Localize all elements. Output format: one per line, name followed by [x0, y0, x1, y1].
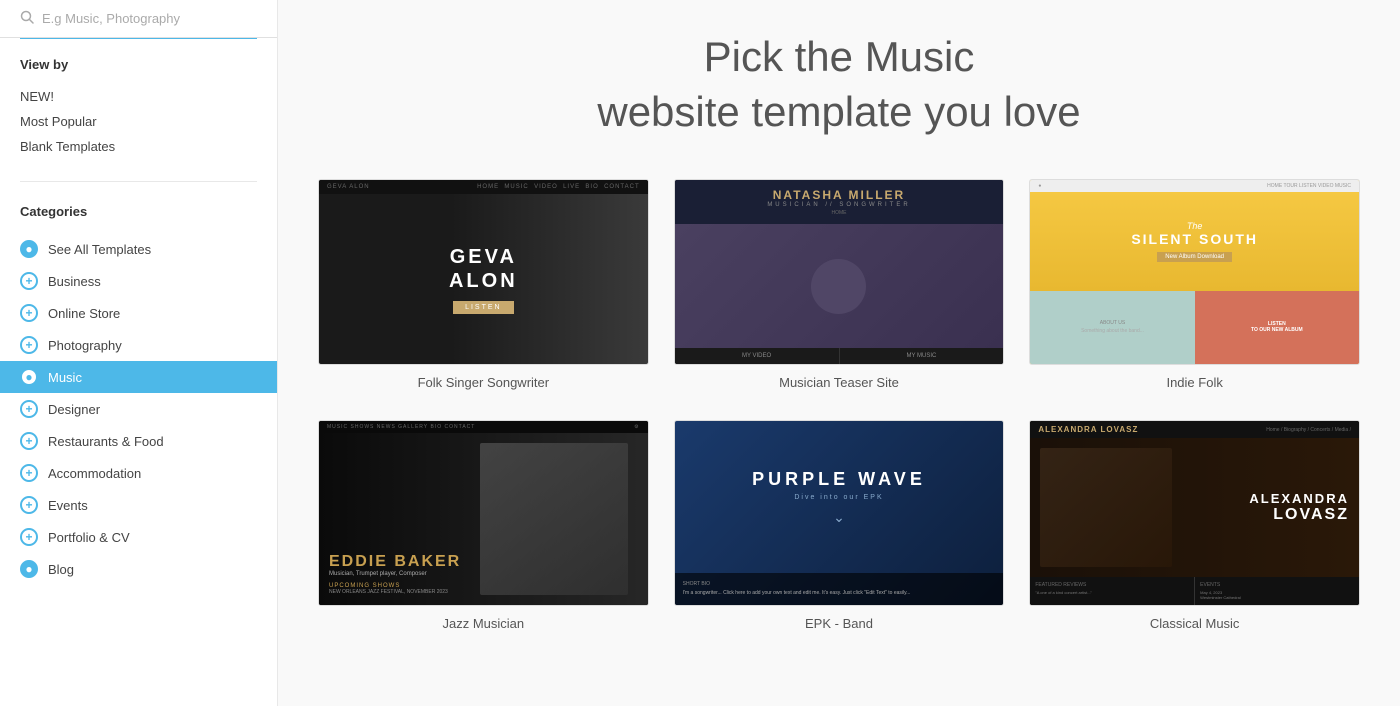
business-icon: + [20, 272, 38, 290]
restaurants-icon: + [20, 432, 38, 450]
sidebar-item-label-accommodation: Accommodation [48, 466, 141, 481]
template-label-indie-folk: Indie Folk [1166, 375, 1222, 390]
sidebar-item-business[interactable]: + Business [20, 265, 257, 297]
see-all-icon: ● [20, 240, 38, 258]
template-card-musician-teaser[interactable]: NATASHA MILLER MUSICIAN // SONGWRITER HO… [674, 179, 1005, 390]
sidebar-item-accommodation[interactable]: + Accommodation [20, 457, 257, 489]
template-label-musician-teaser: Musician Teaser Site [779, 375, 899, 390]
sidebar-item-label-music: Music [48, 370, 82, 385]
view-by-blank-templates[interactable]: Blank Templates [20, 134, 257, 159]
template-thumb-epk-band: PURPLE WAVE Dive into our EPK ⌄ SHORT BI… [674, 420, 1005, 606]
photography-icon: + [20, 336, 38, 354]
page-title: Pick the Music website template you love [318, 30, 1360, 139]
blog-icon: ● [20, 560, 38, 578]
search-input[interactable] [42, 11, 257, 26]
template-card-classical-music[interactable]: ALEXANDRA LOVASZ Home / Biography / Conc… [1029, 420, 1360, 631]
template-card-indie-folk[interactable]: ●HOME TOUR LISTEN VIDEO MUSIC The SILENT… [1029, 179, 1360, 390]
view-by-section: View by NEW! Most Popular Blank Template… [0, 39, 277, 169]
sidebar-item-label-events: Events [48, 498, 88, 513]
search-container [0, 0, 277, 38]
view-by-title: View by [20, 57, 257, 72]
sidebar-item-events[interactable]: + Events [20, 489, 257, 521]
template-card-folk-singer[interactable]: GEVA ALON HOME MUSIC VIDEO LIVE BIO CONT… [318, 179, 649, 390]
template-card-epk-band[interactable]: PURPLE WAVE Dive into our EPK ⌄ SHORT BI… [674, 420, 1005, 631]
templates-grid: GEVA ALON HOME MUSIC VIDEO LIVE BIO CONT… [318, 179, 1360, 631]
sidebar-item-label-see-all: See All Templates [48, 242, 151, 257]
template-label-folk-singer: Folk Singer Songwriter [418, 375, 550, 390]
sidebar-item-label-photography: Photography [48, 338, 122, 353]
designer-icon: + [20, 400, 38, 418]
accommodation-icon: + [20, 464, 38, 482]
sidebar-item-designer[interactable]: + Designer [20, 393, 257, 425]
sidebar-item-label-blog: Blog [48, 562, 74, 577]
template-label-classical-music: Classical Music [1150, 616, 1240, 631]
view-by-new[interactable]: NEW! [20, 84, 257, 109]
online-store-icon: + [20, 304, 38, 322]
sidebar-divider [20, 181, 257, 182]
sidebar-item-portfolio[interactable]: + Portfolio & CV [20, 521, 257, 553]
sidebar-item-photography[interactable]: + Photography [20, 329, 257, 361]
view-by-most-popular[interactable]: Most Popular [20, 109, 257, 134]
sidebar-item-see-all[interactable]: ● See All Templates [20, 233, 257, 265]
template-thumb-musician-teaser: NATASHA MILLER MUSICIAN // SONGWRITER HO… [674, 179, 1005, 365]
sidebar-item-restaurants[interactable]: + Restaurants & Food [20, 425, 257, 457]
sidebar-item-label-business: Business [48, 274, 101, 289]
template-card-jazz-musician[interactable]: MUSIC SHOWS NEWS GALLERY BIO CONTACT⚙ ED… [318, 420, 649, 631]
portfolio-icon: + [20, 528, 38, 546]
template-thumb-jazz-musician: MUSIC SHOWS NEWS GALLERY BIO CONTACT⚙ ED… [318, 420, 649, 606]
sidebar-item-label-designer: Designer [48, 402, 100, 417]
sidebar-item-label-restaurants: Restaurants & Food [48, 434, 164, 449]
events-icon: + [20, 496, 38, 514]
template-thumb-folk-singer: GEVA ALON HOME MUSIC VIDEO LIVE BIO CONT… [318, 179, 649, 365]
sidebar-item-music[interactable]: ● Music [0, 361, 277, 393]
sidebar-item-label-portfolio: Portfolio & CV [48, 530, 130, 545]
search-icon [20, 10, 34, 27]
sidebar-item-blog[interactable]: ● Blog [20, 553, 257, 585]
sidebar: View by NEW! Most Popular Blank Template… [0, 0, 278, 706]
categories-title: Categories [20, 204, 257, 219]
sidebar-item-label-online-store: Online Store [48, 306, 120, 321]
categories-section: Categories ● See All Templates + Busines… [0, 194, 277, 595]
template-label-jazz-musician: Jazz Musician [443, 616, 525, 631]
template-label-epk-band: EPK - Band [805, 616, 873, 631]
template-thumb-classical-music: ALEXANDRA LOVASZ Home / Biography / Conc… [1029, 420, 1360, 606]
main-content: Pick the Music website template you love… [278, 0, 1400, 706]
sidebar-item-online-store[interactable]: + Online Store [20, 297, 257, 329]
music-icon: ● [20, 368, 38, 386]
template-thumb-indie-folk: ●HOME TOUR LISTEN VIDEO MUSIC The SILENT… [1029, 179, 1360, 365]
